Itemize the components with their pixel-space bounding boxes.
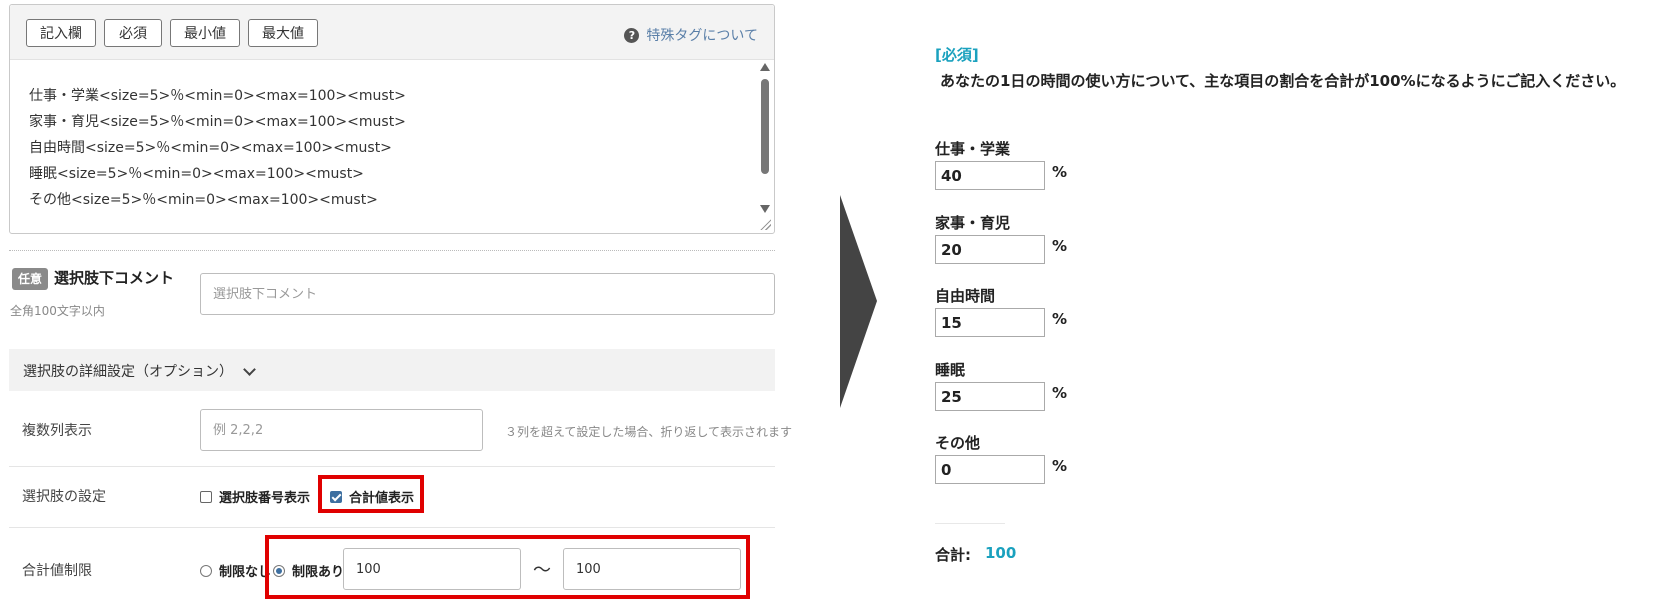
comment-section-title: 選択肢下コメント (54, 269, 175, 287)
radio-selected-icon (273, 564, 285, 577)
tag-button-max[interactable]: 最大値 (248, 19, 318, 47)
editor-line: 睡眠<size=5>％<min=0><max=100><must> (29, 166, 364, 182)
radio-unselected-icon (200, 564, 212, 577)
item-label-housework: 家事・育児 (935, 214, 1011, 232)
total-min-input[interactable] (343, 548, 521, 590)
question-circle-icon: ? (624, 27, 640, 43)
chevron-down-icon (243, 362, 256, 376)
total-display-label: 合計値表示 (349, 491, 415, 506)
detail-settings-toggle[interactable]: 選択肢の詳細設定（オプション） (9, 349, 775, 391)
editor-toolbar: 記入欄 必須 最小値 最大値 ? 特殊タグについて (10, 5, 774, 60)
item-label-work: 仕事・学業 (935, 140, 1011, 158)
tag-button-required[interactable]: 必須 (104, 19, 162, 47)
resize-grip-icon[interactable] (759, 218, 771, 230)
comment-length-note: 全角100文字以内 (10, 304, 105, 318)
option-number-label: 選択肢番号表示 (219, 491, 311, 506)
tag-editor: 記入欄 必須 最小値 最大値 ? 特殊タグについて 仕事・学業<size=5>％… (9, 4, 775, 234)
item-unit: % (1052, 310, 1068, 328)
columns-input[interactable] (200, 409, 483, 451)
scroll-thumb[interactable] (761, 79, 769, 174)
item-unit: % (1052, 163, 1068, 181)
item-input-sleep[interactable] (935, 382, 1045, 411)
scroll-down-icon[interactable] (760, 205, 770, 213)
item-unit: % (1052, 237, 1068, 255)
total-divider (935, 523, 1005, 524)
special-tags-help-link[interactable]: ? 特殊タグについて (624, 25, 758, 45)
total-label: 合計: (935, 546, 971, 564)
required-tag: [必須] (935, 46, 979, 64)
no-limit-radio[interactable]: 制限なし (200, 561, 271, 580)
editor-line: 自由時間<size=5>％<min=0><max=100><must> (29, 140, 392, 156)
tag-button-min[interactable]: 最小値 (170, 19, 240, 47)
arrow-right-icon (840, 195, 877, 408)
editor-textarea[interactable]: 仕事・学業<size=5>％<min=0><max=100><must> 家事・… (29, 83, 406, 213)
with-limit-radio[interactable]: 制限あり (273, 561, 344, 580)
item-label-free-time: 自由時間 (935, 287, 996, 305)
choice-settings-label: 選択肢の設定 (22, 489, 106, 505)
item-input-work[interactable] (935, 161, 1045, 190)
option-number-checkbox[interactable]: 選択肢番号表示 (200, 487, 310, 506)
row-divider (9, 466, 775, 467)
total-limit-label: 合計値制限 (22, 563, 92, 579)
editor-line: 家事・育児<size=5>％<min=0><max=100><must> (29, 114, 406, 130)
section-divider (9, 250, 775, 251)
detail-settings-title: 選択肢の詳細設定（オプション） (23, 364, 233, 380)
checkbox-unchecked-icon (200, 490, 212, 503)
total-display-checkbox[interactable]: 合計値表示 (330, 487, 414, 506)
editor-scrollbar[interactable] (759, 63, 771, 213)
item-label-sleep: 睡眠 (935, 361, 966, 379)
item-input-other[interactable] (935, 455, 1045, 484)
no-limit-label: 制限なし (219, 565, 272, 580)
item-unit: % (1052, 457, 1068, 475)
help-link-label: 特殊タグについて (646, 28, 758, 44)
scroll-up-icon[interactable] (760, 63, 770, 71)
optional-badge: 任意 (12, 268, 48, 290)
item-input-free-time[interactable] (935, 308, 1045, 337)
checkbox-checked-icon (330, 490, 342, 503)
total-max-input[interactable] (563, 548, 741, 590)
tag-button-input[interactable]: 記入欄 (26, 19, 96, 47)
with-limit-label: 制限あり (292, 565, 345, 580)
item-input-housework[interactable] (935, 235, 1045, 264)
columns-label: 複数列表示 (22, 423, 92, 439)
columns-hint: ３列を超えて設定した場合、折り返して表示されます (505, 425, 793, 439)
item-label-other: その他 (935, 434, 981, 452)
total-value: 100 (985, 544, 1017, 562)
choice-comment-input[interactable] (200, 273, 775, 315)
item-unit: % (1052, 384, 1068, 402)
range-tilde: 〜 (533, 560, 551, 581)
editor-line: その他<size=5>％<min=0><max=100><must> (29, 192, 378, 208)
question-text: あなたの1日の時間の使い方について、主な項目の割合を合計が100%になるようにご… (940, 72, 1626, 90)
row-divider (9, 527, 775, 528)
editor-line: 仕事・学業<size=5>％<min=0><max=100><must> (29, 88, 406, 104)
